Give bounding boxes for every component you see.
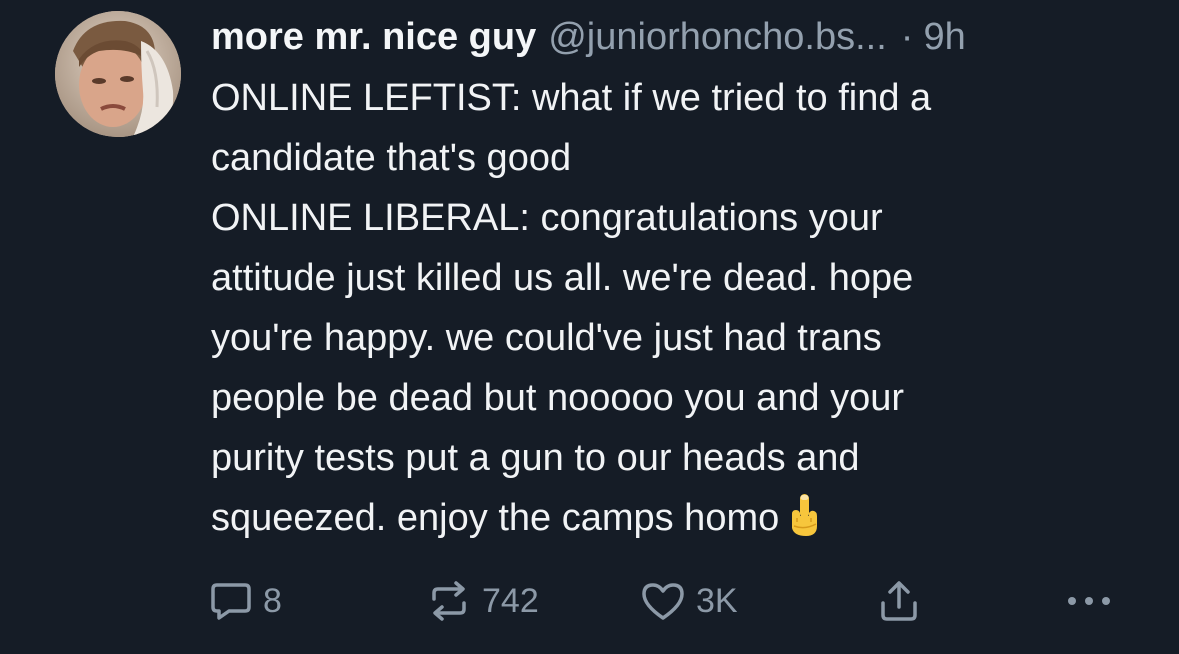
reply-count: 8	[263, 581, 282, 620]
share-upload-icon	[878, 579, 920, 623]
repost-count: 742	[482, 581, 539, 620]
share-button[interactable]	[878, 578, 920, 624]
post-timestamp[interactable]: 9h	[923, 10, 965, 64]
display-name[interactable]: more mr. nice guy	[211, 10, 536, 64]
post-header: more mr. nice guy @juniorhoncho.bs... · …	[211, 10, 1141, 64]
heart-icon	[640, 580, 686, 622]
repost-arrows-icon	[426, 579, 472, 623]
post-content: more mr. nice guy @juniorhoncho.bs... · …	[211, 10, 1141, 556]
like-count: 3K	[696, 581, 738, 620]
avatar[interactable]	[55, 11, 181, 137]
user-handle[interactable]: @juniorhoncho.bs...	[548, 10, 887, 64]
middle-finger-emoji	[789, 492, 819, 556]
separator-dot: ·	[900, 16, 914, 58]
reply-button[interactable]: 8	[209, 578, 282, 624]
post-text: ONLINE LEFTIST: what if we tried to find…	[211, 68, 1131, 556]
action-bar: 8 742 3K	[0, 578, 1179, 624]
repost-button[interactable]: 742	[426, 578, 539, 624]
speech-bubble-icon	[209, 581, 253, 621]
post-body: ONLINE LEFTIST: what if we tried to find…	[211, 77, 932, 539]
like-button[interactable]: 3K	[640, 578, 738, 624]
more-dots-icon	[1064, 591, 1114, 611]
post[interactable]: more mr. nice guy @juniorhoncho.bs... · …	[0, 0, 1179, 654]
more-options-button[interactable]	[1064, 578, 1114, 624]
